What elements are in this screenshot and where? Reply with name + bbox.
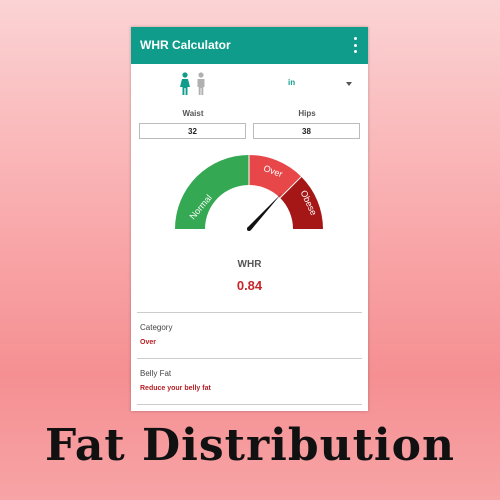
whr-gauge: Normal Over Obese [171, 152, 331, 267]
caption-title: Fat Distribution [45, 420, 455, 471]
unit-value: in [288, 78, 296, 87]
male-icon[interactable] [195, 72, 207, 101]
gauge-segment-normal [175, 155, 249, 229]
divider [137, 312, 362, 313]
category-title: Category [140, 323, 173, 332]
waist-label: Waist [182, 109, 204, 118]
hips-label: Hips [298, 109, 316, 118]
whr-label: WHR [237, 259, 262, 270]
app-screen: WHR Calculator in Waist Hips 32 38 Norma… [131, 27, 368, 411]
app-bar: WHR Calculator [131, 27, 368, 64]
app-title: WHR Calculator [140, 38, 231, 52]
belly-fat-value: Reduce your belly fat [140, 385, 211, 392]
gauge-needle [247, 193, 282, 230]
category-value: Over [140, 339, 156, 346]
divider [137, 404, 362, 405]
hips-input[interactable]: 38 [253, 123, 360, 139]
female-icon[interactable] [179, 72, 191, 101]
belly-fat-title: Belly Fat [140, 369, 172, 378]
divider [137, 358, 362, 359]
whr-value: 0.84 [236, 278, 263, 293]
waist-input[interactable]: 32 [139, 123, 246, 139]
unit-dropdown[interactable]: in [286, 78, 356, 92]
gender-unit-row: in [131, 70, 368, 100]
chevron-down-icon [346, 82, 352, 86]
kebab-menu-icon[interactable] [352, 37, 358, 53]
